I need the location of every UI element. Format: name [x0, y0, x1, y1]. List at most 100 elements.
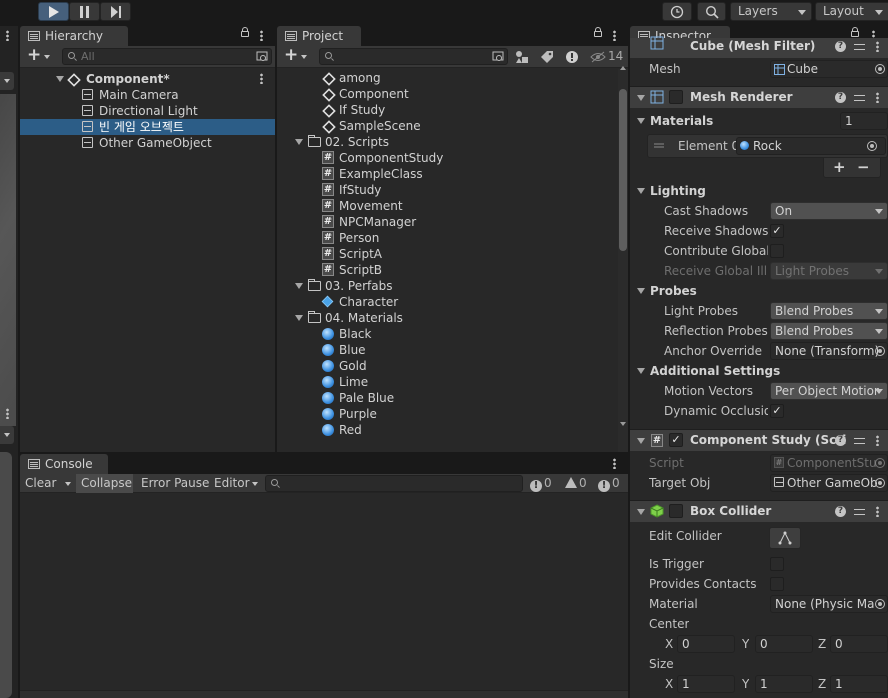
foldout-arrow-icon[interactable] [637, 438, 645, 444]
project-folder[interactable]: 03. Perfabs [277, 278, 618, 294]
clear-options-dropdown[interactable] [60, 474, 76, 493]
component-menu-icon[interactable] [876, 435, 879, 446]
foldout-arrow-icon[interactable] [637, 288, 645, 294]
project-asset[interactable]: # Person [277, 230, 618, 246]
project-asset[interactable]: Black [277, 326, 618, 342]
project-asset[interactable]: Component [277, 86, 618, 102]
is-trigger-checkbox[interactable] [770, 557, 784, 571]
foldout-arrow-icon[interactable] [637, 368, 645, 374]
enabled-checkbox[interactable] [669, 504, 683, 518]
materials-size-field[interactable]: 1 [840, 112, 888, 130]
edit-collider-button[interactable] [769, 527, 801, 549]
project-asset[interactable]: SampleScene [277, 118, 618, 134]
more-options-icon[interactable] [613, 30, 616, 41]
project-asset[interactable]: # ScriptA [277, 246, 618, 262]
eye-icon[interactable] [590, 51, 606, 63]
hierarchy-item[interactable]: Directional Light [20, 103, 275, 119]
center-y-field[interactable]: 0 [755, 635, 813, 653]
search-by-type-icon[interactable] [492, 51, 504, 63]
scroll-down-icon[interactable] [620, 422, 626, 426]
warning-filter-icon[interactable] [565, 50, 579, 64]
tab-project[interactable]: Project [277, 26, 361, 46]
lighting-row[interactable]: Lighting [630, 181, 888, 201]
add-element-button[interactable]: + [833, 158, 846, 176]
presets-icon[interactable] [854, 41, 865, 52]
help-icon[interactable]: ? [835, 506, 846, 517]
presets-icon[interactable] [854, 92, 865, 103]
step-button[interactable] [100, 2, 131, 21]
lock-icon[interactable] [851, 27, 859, 37]
scroll-up-icon[interactable] [620, 66, 626, 70]
scene-dropdown[interactable] [0, 72, 14, 90]
enabled-checkbox[interactable] [669, 90, 683, 104]
tab-hierarchy[interactable]: Hierarchy [20, 26, 128, 46]
add-icon[interactable]: + [284, 47, 298, 64]
object-picker-icon[interactable] [875, 64, 885, 74]
project-asset[interactable]: among [277, 70, 618, 86]
mesh-filter-header[interactable]: Cube (Mesh Filter) ? [630, 36, 888, 58]
project-asset[interactable]: Purple [277, 406, 618, 422]
layout-dropdown[interactable]: Layout [815, 2, 888, 21]
receive-shadows-checkbox[interactable]: ✓ [770, 224, 784, 238]
size-z-field[interactable]: 1 [830, 675, 888, 693]
physic-material-field[interactable]: None (Physic Ma [770, 595, 888, 613]
project-asset[interactable]: Character [277, 294, 618, 310]
project-asset[interactable]: Blue [277, 342, 618, 358]
project-asset[interactable]: Red [277, 422, 618, 438]
scene-search-icon[interactable] [256, 51, 268, 63]
console-search-input[interactable] [265, 475, 523, 492]
error-count-toggle[interactable]: ! 0 [598, 476, 620, 492]
component-menu-icon[interactable] [876, 92, 879, 103]
project-asset[interactable]: # IfStudy [277, 182, 618, 198]
additional-settings-row[interactable]: Additional Settings [630, 361, 888, 381]
component-study-header[interactable]: # ✓ Component Study (Scri ? [630, 429, 888, 451]
center-z-field[interactable]: 0 [830, 635, 888, 653]
hierarchy-search-input[interactable]: All [62, 48, 272, 65]
expand-arrow-icon[interactable] [295, 315, 303, 321]
scrollbar-thumb[interactable] [619, 89, 627, 251]
scene-row[interactable]: Component* [20, 71, 275, 87]
reflection-probes-dropdown[interactable]: Blend Probes [770, 322, 888, 340]
center-x-field[interactable]: 0 [677, 635, 735, 653]
tab-console[interactable]: Console [20, 454, 108, 474]
object-picker-icon[interactable] [875, 346, 885, 356]
game-viewport[interactable] [0, 452, 12, 698]
expand-arrow-icon[interactable] [56, 76, 64, 82]
foldout-arrow-icon[interactable] [637, 95, 645, 101]
contribute-gi-checkbox[interactable] [770, 244, 784, 258]
presets-icon[interactable] [854, 435, 865, 446]
foldout-arrow-icon[interactable] [637, 188, 645, 194]
help-icon[interactable]: ? [835, 435, 846, 446]
project-scrollbar[interactable] [618, 66, 628, 452]
project-asset[interactable]: # ExampleClass [277, 166, 618, 182]
drag-handle-icon[interactable] [654, 143, 664, 149]
scene-menu-icon[interactable] [260, 73, 263, 84]
game-menu-icon[interactable] [6, 408, 9, 419]
mesh-renderer-header[interactable]: Mesh Renderer ? [630, 86, 888, 108]
component-menu-icon[interactable] [876, 41, 879, 52]
more-options-icon[interactable] [260, 30, 263, 41]
motion-vectors-dropdown[interactable]: Per Object Motior [770, 382, 888, 400]
play-button[interactable] [38, 2, 69, 21]
help-icon[interactable]: ? [835, 92, 846, 103]
materials-row[interactable]: Materials 1 [630, 111, 888, 131]
cast-shadows-dropdown[interactable]: On [770, 202, 888, 220]
object-picker-icon[interactable] [875, 599, 885, 609]
mesh-field[interactable]: Cube [770, 60, 888, 78]
box-collider-header[interactable]: Box Collider ? [630, 500, 888, 522]
filter-type-icon[interactable] [515, 50, 529, 64]
chevron-down-icon[interactable] [44, 55, 50, 59]
hierarchy-item[interactable]: 빈 게임 오브젝트 [20, 119, 275, 135]
object-picker-icon[interactable] [867, 141, 877, 151]
element-0-field[interactable]: Rock [736, 137, 886, 155]
enabled-checkbox[interactable]: ✓ [669, 433, 683, 447]
more-options-icon[interactable] [613, 458, 616, 469]
component-menu-icon[interactable] [876, 506, 879, 517]
project-search-input[interactable] [319, 48, 508, 65]
label-icon[interactable] [540, 50, 554, 64]
lock-icon[interactable] [594, 27, 602, 37]
log-count-toggle[interactable]: ! 0 [530, 476, 552, 492]
help-icon[interactable]: ? [835, 41, 846, 52]
expand-arrow-icon[interactable] [295, 139, 303, 145]
pause-button[interactable] [69, 2, 100, 21]
